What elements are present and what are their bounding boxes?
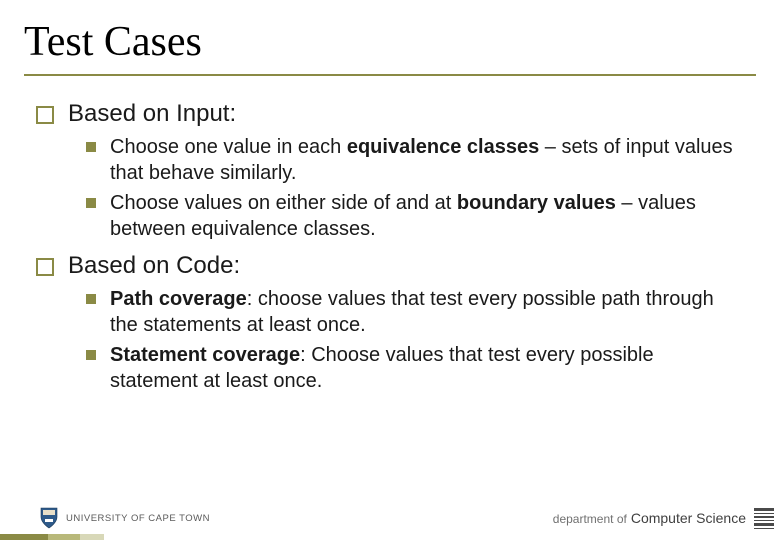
section-heading: Based on Input: [36,100,744,128]
list-item-text: Statement coverage: Choose values that t… [110,342,744,394]
filled-square-icon [86,142,96,152]
section-items: Path coverage: choose values that test e… [86,286,744,394]
dept-name: Computer Science [631,510,746,526]
university-name: UNIVERSITY OF CAPE TOWN [66,513,210,524]
dept-prefix: department of [553,512,627,526]
list-item: Choose one value in each equivalence cla… [86,134,744,186]
slide: Test Cases Based on Input: Choose one va… [0,0,780,540]
shield-icon [40,507,58,529]
hollow-square-icon [36,106,54,124]
stripe [0,534,48,540]
list-item: Choose values on either side of and at b… [86,190,744,242]
section-heading-text: Based on Code: [68,252,240,280]
list-item-text: Choose values on either side of and at b… [110,190,744,242]
list-item: Statement coverage: Choose values that t… [86,342,744,394]
footer-stripes [0,534,104,540]
list-item-text: Path coverage: choose values that test e… [110,286,744,338]
stripe [80,534,104,540]
list-item-text: Choose one value in each equivalence cla… [110,134,744,186]
section-items: Choose one value in each equivalence cla… [86,134,744,242]
slide-footer: UNIVERSITY OF CAPE TOWN department of Co… [0,492,780,540]
filled-square-icon [86,350,96,360]
filled-square-icon [86,198,96,208]
list-item: Path coverage: choose values that test e… [86,286,744,338]
slide-content: Based on Input: Choose one value in each… [0,76,780,394]
stripe [48,534,80,540]
department-label: department of Computer Science [553,510,746,526]
barcode-icon [754,508,774,532]
section-heading: Based on Code: [36,252,744,280]
filled-square-icon [86,294,96,304]
slide-title: Test Cases [0,0,780,72]
university-logo: UNIVERSITY OF CAPE TOWN [40,507,210,529]
section-heading-text: Based on Input: [68,100,236,128]
hollow-square-icon [36,258,54,276]
